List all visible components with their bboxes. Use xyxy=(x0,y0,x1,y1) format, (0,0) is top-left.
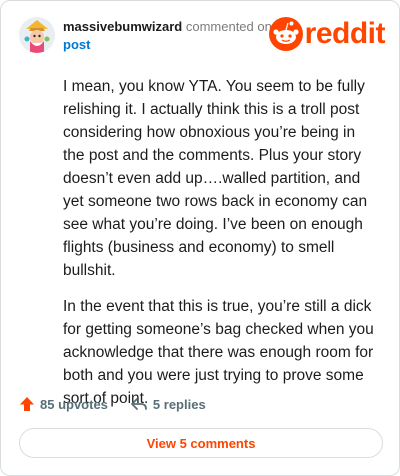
upvotes-count: 85 upvotes xyxy=(40,396,108,412)
replies-count: 5 replies xyxy=(152,396,206,412)
user-avatar[interactable] xyxy=(19,17,55,53)
comment-header: massivebumwizard commented on post reddi… xyxy=(19,17,386,57)
comment-paragraph: I mean, you know YTA. You seem to be ful… xyxy=(63,78,368,279)
view-comments-button[interactable]: View 5 comments xyxy=(19,428,383,458)
upvote-arrow-icon[interactable] xyxy=(19,396,35,412)
reddit-snoo-icon xyxy=(268,17,303,51)
username[interactable]: massivebumwizard xyxy=(63,19,182,34)
upvotes-stat[interactable]: 85 upvotes xyxy=(19,396,108,412)
post-link[interactable]: post xyxy=(63,36,272,54)
reddit-wordmark: reddit xyxy=(304,17,386,50)
comment-meta: massivebumwizard commented on post xyxy=(63,18,272,54)
comment-body: I mean, you know YTA. You seem to be ful… xyxy=(63,75,375,423)
replies-stat[interactable]: 5 replies xyxy=(130,397,206,412)
commented-on-text: commented on xyxy=(185,19,272,34)
reply-arrow-icon[interactable] xyxy=(130,397,148,411)
comment-card: massivebumwizard commented on post reddi… xyxy=(0,0,400,476)
comment-footer: 85 upvotes 5 replies xyxy=(19,393,228,415)
reddit-logo[interactable]: reddit xyxy=(268,17,386,51)
wizard-avatar-icon xyxy=(19,17,55,53)
